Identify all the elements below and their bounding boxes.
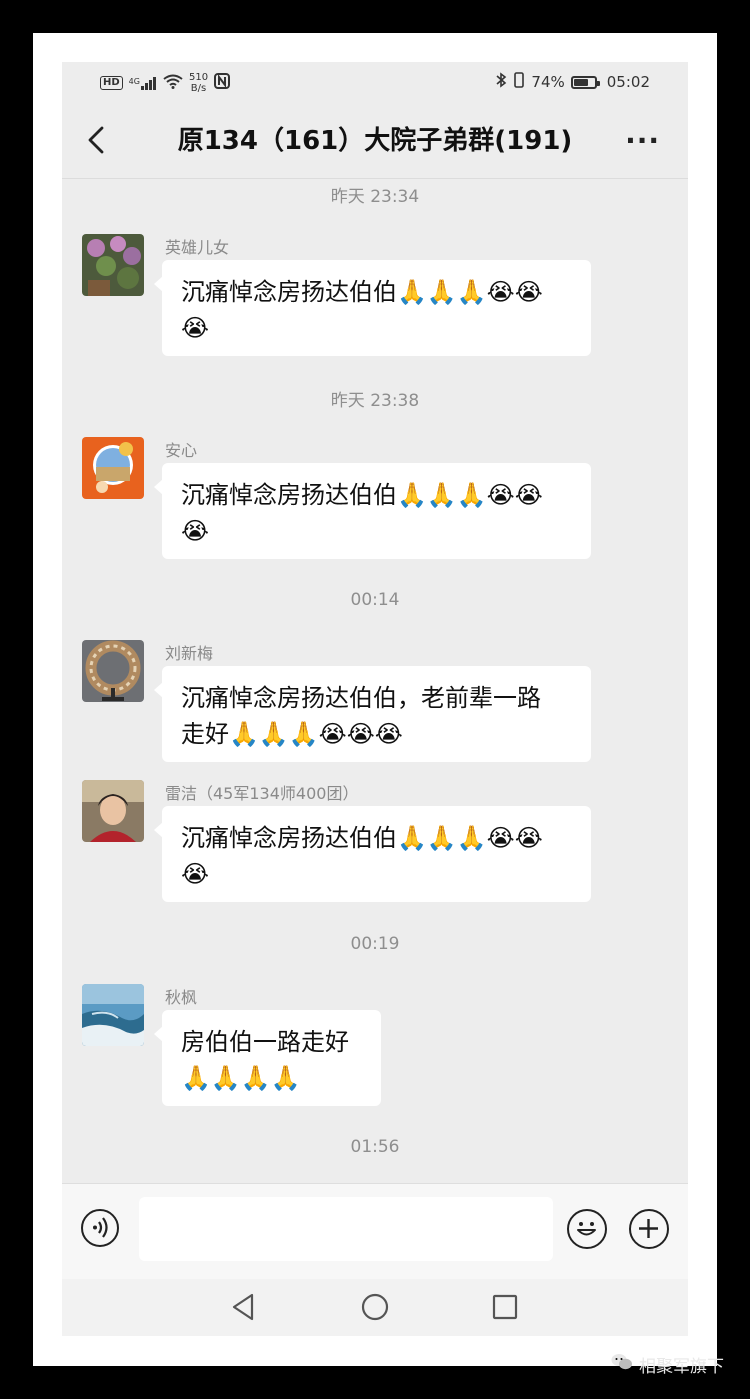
message-bubble[interactable]: 沉痛悼念房扬达伯伯🙏🙏🙏😭😭 😭 [154, 463, 591, 559]
avatar[interactable] [82, 984, 144, 1046]
message-text: 😭 [181, 517, 210, 545]
message-text: 沉痛悼念房扬达伯伯🙏🙏🙏😭😭 [181, 481, 543, 509]
message-text: 🙏🙏🙏🙏 [181, 1064, 301, 1092]
timestamp: 昨天 23:38 [330, 391, 420, 411]
watermark: 相聚军旗下 [611, 1352, 724, 1377]
sender-name: 雷洁（45军134师400团） [165, 784, 359, 803]
message-text: 走好🙏🙏🙏😭😭😭 [181, 720, 403, 748]
message-bubble[interactable]: 沉痛悼念房扬达伯伯🙏🙏🙏😭😭 😭 [154, 260, 591, 356]
more-options-icon[interactable]: ··· [625, 124, 660, 157]
timestamp: 00:19 [350, 934, 400, 954]
timestamp: 昨天 23:34 [330, 187, 420, 207]
avatar[interactable] [82, 780, 144, 842]
wifi-icon [163, 74, 183, 93]
avatar[interactable] [82, 234, 144, 296]
nav-back-icon[interactable] [230, 1292, 258, 1326]
avatar[interactable] [82, 640, 144, 702]
battery-icon [570, 75, 600, 89]
voice-icon[interactable] [81, 1209, 119, 1247]
emoji-icon[interactable] [567, 1209, 607, 1249]
system-nav-bar [62, 1279, 688, 1336]
message-bubble[interactable]: 沉痛悼念房扬达伯伯🙏🙏🙏😭😭 😭 [154, 806, 591, 902]
wechat-logo-icon [611, 1353, 633, 1376]
hd-badge: HD [100, 76, 123, 90]
signal-icon: 4G [129, 76, 157, 90]
sender-name: 安心 [165, 441, 198, 460]
message-text: 😭 [181, 860, 210, 888]
message-text: 沉痛悼念房扬达伯伯🙏🙏🙏😭😭 [181, 278, 543, 306]
message-text: 房伯伯一路走好 [181, 1028, 349, 1056]
back-arrow-icon[interactable] [82, 122, 112, 158]
phone-screen: HD 4G 510 B/s 74% 05:02 原134（161）大院子弟群(1… [62, 62, 688, 1336]
bluetooth-icon [495, 72, 507, 92]
plus-icon[interactable] [629, 1209, 669, 1249]
message-bubble[interactable]: 房伯伯一路走好 🙏🙏🙏🙏 [154, 1010, 381, 1106]
nav-recents-icon[interactable] [491, 1293, 519, 1325]
sender-name: 秋枫 [165, 988, 198, 1007]
sender-name: 英雄儿女 [165, 238, 230, 257]
input-bar [62, 1183, 688, 1280]
battery-percent: 74% [531, 73, 565, 91]
message-bubble[interactable]: 沉痛悼念房扬达伯伯，老前辈一路 走好🙏🙏🙏😭😭😭 [154, 666, 591, 762]
chat-header: 原134（161）大院子弟群(191) ··· [62, 102, 688, 179]
avatar[interactable] [82, 437, 144, 499]
vibrate-icon [513, 72, 525, 92]
message-text: 沉痛悼念房扬达伯伯🙏🙏🙏😭😭 [181, 824, 543, 852]
nfc-icon [214, 73, 231, 93]
nav-home-icon[interactable] [360, 1292, 390, 1326]
timestamp: 01:56 [350, 1137, 400, 1157]
watermark-text: 相聚军旗下 [639, 1357, 724, 1377]
status-bar: HD 4G 510 B/s 74% 05:02 [62, 62, 688, 102]
clock: 05:02 [606, 73, 650, 91]
message-text: 😭 [181, 314, 210, 342]
message-text: 沉痛悼念房扬达伯伯，老前辈一路 [181, 684, 541, 712]
timestamp: 00:14 [350, 590, 400, 610]
chat-title: 原134（161）大院子弟群(191) [177, 126, 573, 156]
sender-name: 刘新梅 [165, 644, 214, 663]
network-speed: 510 B/s [188, 72, 209, 94]
message-input[interactable] [139, 1197, 553, 1261]
